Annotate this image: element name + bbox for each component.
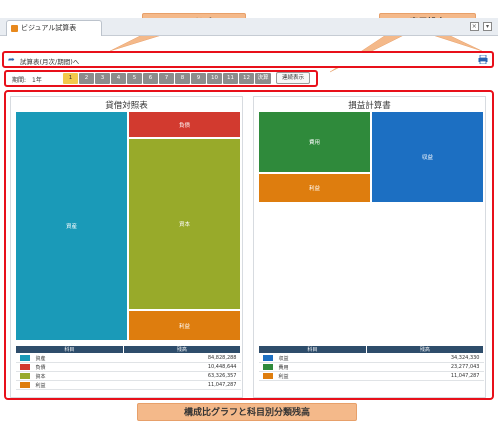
year-selector[interactable]: 1年 <box>32 75 42 84</box>
income-statement-title: 損益計算書 <box>348 101 391 111</box>
chart-label-capital: 資本 <box>178 222 190 228</box>
chart-label-profit: 利益 <box>178 323 190 330</box>
visual-trial-balance-window: コマンドバー 表示設定 ビジュアル試算表 × ▾ ➦ 試算表(月次/期間)へ 期… <box>0 0 500 442</box>
month-buttons: 1 2 3 4 5 6 7 8 9 10 11 12 決算 <box>63 73 272 84</box>
row-item: 利益 <box>278 373 289 380</box>
month-button-10[interactable]: 10 <box>207 73 222 84</box>
balance-sheet-title: 貸借対照表 <box>105 101 148 111</box>
column-header-item: 科目 <box>15 345 124 354</box>
color-swatch <box>19 382 30 388</box>
row-balance: 10,448,644 <box>123 362 241 372</box>
period-settings-bar: 期間: 1年 1 2 3 4 5 6 7 8 9 10 11 12 決算 <box>4 70 318 87</box>
command-bar: ➦ 試算表(月次/期間)へ <box>2 51 494 68</box>
window-tab-title: ビジュアル試算表 <box>21 24 77 32</box>
month-button-7[interactable]: 7 <box>159 73 174 84</box>
table-header: 科目 残高 <box>258 345 485 354</box>
color-swatch <box>262 373 273 379</box>
window-controls: × ▾ <box>468 22 492 31</box>
chart-label-liabilities: 負債 <box>178 122 190 129</box>
charts-area: 貸借対照表 資産 負債 資本 利益 科目 残高 資産 84,828,288 負債… <box>4 90 494 400</box>
back-arrow-icon[interactable]: ➦ <box>8 55 15 64</box>
close-icon[interactable]: × <box>469 22 479 31</box>
table-row[interactable]: 利益 11,047,287 <box>15 380 241 390</box>
month-button-settlement[interactable]: 決算 <box>255 73 271 84</box>
income-statement-panel: 損益計算書 費用 利益 収益 科目 残高 収益 34,324,330 費用 23… <box>253 96 486 398</box>
balance-sheet-table: 科目 残高 資産 84,828,288 負債 10,448,644 資本 63,… <box>15 345 242 390</box>
chart-block-revenue[interactable]: 収益 <box>371 111 484 203</box>
table-row[interactable]: 収益 34,324,330 <box>258 353 484 363</box>
month-button-2[interactable]: 2 <box>79 73 94 84</box>
chart-block-liabilities[interactable]: 負債 <box>128 111 241 138</box>
app-icon <box>11 25 18 32</box>
month-button-1[interactable]: 1 <box>63 73 78 84</box>
row-item: 利益 <box>35 382 46 389</box>
chart-block-capital[interactable]: 資本 <box>128 138 241 310</box>
row-item: 費用 <box>278 364 289 371</box>
color-swatch <box>19 364 30 370</box>
month-button-9[interactable]: 9 <box>191 73 206 84</box>
income-statement-chart: 費用 利益 収益 <box>258 111 484 341</box>
table-row[interactable]: 負債 10,448,644 <box>15 362 241 372</box>
balance-sheet-chart: 資産 負債 資本 利益 <box>15 111 241 341</box>
row-item: 負債 <box>35 364 46 371</box>
table-row[interactable]: 資本 63,326,357 <box>15 371 241 381</box>
window-tab[interactable]: ビジュアル試算表 <box>6 20 102 36</box>
row-balance: 84,828,288 <box>123 353 241 363</box>
print-icon[interactable] <box>478 55 488 64</box>
row-balance: 11,047,287 <box>366 371 484 381</box>
row-item: 資本 <box>35 373 46 380</box>
color-swatch <box>19 355 30 361</box>
month-button-12[interactable]: 12 <box>239 73 254 84</box>
row-balance: 34,324,330 <box>366 353 484 363</box>
chart-block-expenses[interactable]: 費用 <box>258 111 371 173</box>
month-button-5[interactable]: 5 <box>127 73 142 84</box>
row-balance: 63,326,357 <box>123 371 241 381</box>
row-item: 収益 <box>278 355 289 362</box>
color-swatch <box>262 355 273 361</box>
chevron-down-icon[interactable]: ▾ <box>483 22 492 31</box>
column-header-item: 科目 <box>258 345 367 354</box>
column-header-balance: 残高 <box>365 345 485 354</box>
chart-block-assets[interactable]: 資産 <box>15 111 128 341</box>
month-button-3[interactable]: 3 <box>95 73 110 84</box>
balance-sheet-panel: 貸借対照表 資産 負債 資本 利益 科目 残高 資産 84,828,288 負債… <box>10 96 243 398</box>
chart-block-is-profit[interactable]: 利益 <box>258 173 371 203</box>
continuous-display-button[interactable]: 連続表示 <box>276 72 310 84</box>
color-swatch <box>19 373 30 379</box>
income-statement-table: 科目 残高 収益 34,324,330 費用 23,277,043 利益 11,… <box>258 345 485 381</box>
row-balance: 11,047,287 <box>123 380 241 390</box>
back-to-trial-balance-link[interactable]: 試算表(月次/期間)へ <box>20 56 79 66</box>
period-label: 期間: <box>12 77 27 84</box>
chart-label-expenses: 費用 <box>308 140 320 146</box>
chart-label-revenue: 収益 <box>421 155 433 161</box>
column-header-balance: 残高 <box>122 345 242 354</box>
row-item: 資産 <box>35 355 46 362</box>
chart-label-is-profit: 利益 <box>308 186 320 192</box>
month-button-6[interactable]: 6 <box>143 73 158 84</box>
table-header: 科目 残高 <box>15 345 242 354</box>
table-row[interactable]: 利益 11,047,287 <box>258 371 484 381</box>
month-button-4[interactable]: 4 <box>111 73 126 84</box>
color-swatch <box>262 364 273 370</box>
chart-label-assets: 資産 <box>65 224 77 230</box>
row-balance: 23,277,043 <box>366 362 484 372</box>
month-button-11[interactable]: 11 <box>223 73 238 84</box>
table-row[interactable]: 費用 23,277,043 <box>258 362 484 372</box>
window-tab-strip: ビジュアル試算表 × ▾ <box>0 18 498 36</box>
table-row[interactable]: 資産 84,828,288 <box>15 353 241 363</box>
month-button-8[interactable]: 8 <box>175 73 190 84</box>
callout-charts: 構成比グラフと科目別分類残高 <box>137 403 357 421</box>
chart-block-profit[interactable]: 利益 <box>128 310 241 341</box>
